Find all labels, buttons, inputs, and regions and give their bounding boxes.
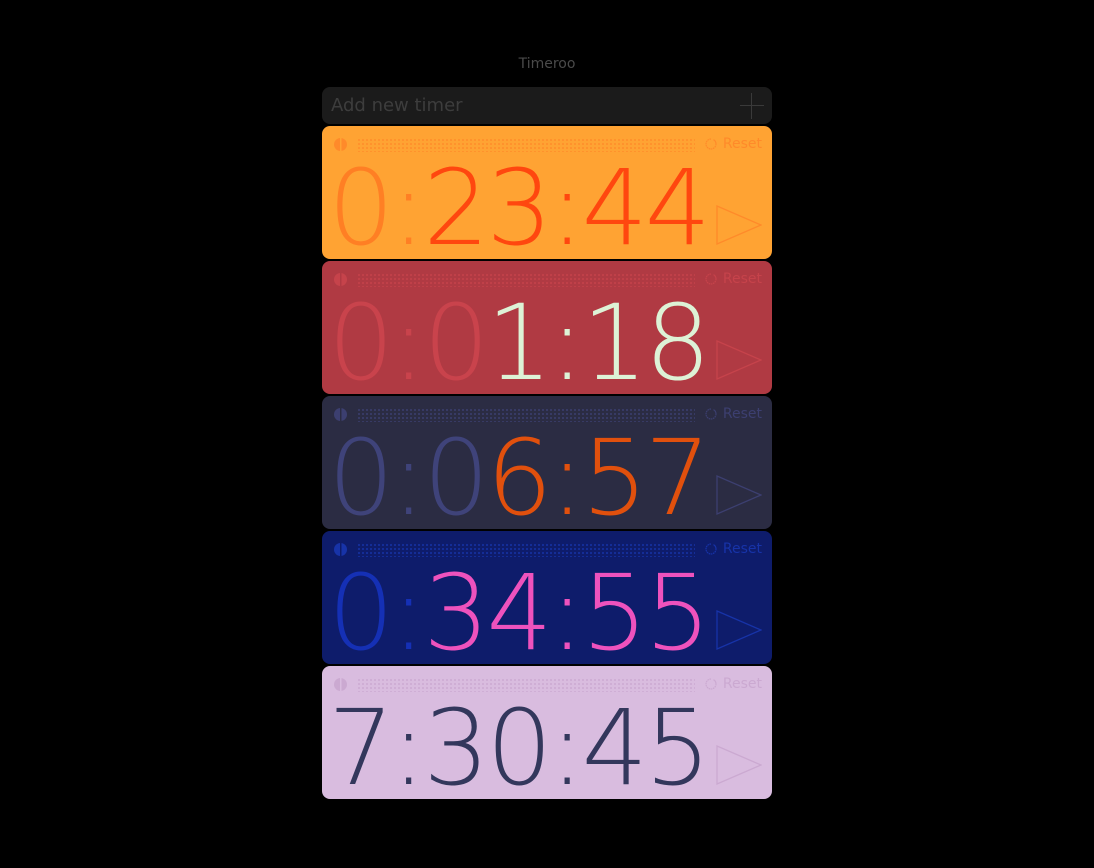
reset-button[interactable]: Reset [705, 405, 762, 423]
time-digit: 1 [581, 282, 648, 394]
time-digit: 0 [328, 417, 394, 529]
time-digit: 5 [644, 687, 711, 799]
time-digit: 0 [423, 417, 489, 529]
timer-display[interactable]: 0:06:57 [328, 417, 711, 529]
reset-label: Reset [722, 136, 762, 152]
time-separator: : [549, 687, 585, 799]
reset-button[interactable]: Reset [705, 135, 762, 153]
timer-list: Reset 0:23:44 Reset 0:01:18 Reset 0:06:5… [322, 126, 772, 801]
time-digit: 7 [644, 417, 711, 529]
time-digit: 1 [486, 282, 552, 394]
play-icon [716, 475, 762, 515]
time-digit: 4 [644, 147, 711, 259]
time-digit: 3 [423, 687, 489, 799]
time-digit: 8 [644, 282, 711, 394]
play-icon [716, 610, 762, 650]
play-button[interactable] [716, 205, 762, 245]
timer-card: Reset 0:01:18 [322, 261, 772, 394]
reset-label: Reset [722, 541, 762, 557]
timer-card: Reset 0:06:57 [322, 396, 772, 529]
reset-label: Reset [722, 406, 762, 422]
time-digit: 4 [581, 147, 648, 259]
add-timer-input[interactable] [331, 87, 731, 124]
timer-card: Reset 7:30:45 [322, 666, 772, 799]
play-button[interactable] [716, 610, 762, 650]
time-digit: 6 [486, 417, 552, 529]
play-icon [716, 745, 762, 785]
timer-display[interactable]: 7:30:45 [328, 687, 711, 799]
time-separator: : [391, 687, 426, 799]
time-digit: 5 [581, 552, 648, 664]
timer-display[interactable]: 0:23:44 [328, 147, 711, 259]
time-separator: : [549, 282, 585, 394]
time-separator: : [549, 552, 585, 664]
play-icon [716, 340, 762, 380]
time-digit: 7 [328, 687, 394, 799]
time-digit: 5 [644, 552, 711, 664]
time-separator: : [549, 417, 585, 529]
time-separator: : [391, 282, 426, 394]
time-digit: 0 [328, 282, 394, 394]
time-separator: : [391, 552, 426, 664]
time-digit: 0 [328, 552, 394, 664]
time-digit: 0 [423, 282, 489, 394]
reset-label: Reset [722, 271, 762, 287]
add-timer-bar [322, 87, 772, 124]
time-digit: 4 [581, 687, 648, 799]
reset-label: Reset [722, 676, 762, 692]
time-digit: 0 [486, 687, 552, 799]
reset-button[interactable]: Reset [705, 540, 762, 558]
timer-display[interactable]: 0:01:18 [328, 282, 711, 394]
app-title: Timeroo [518, 56, 576, 72]
reset-button[interactable]: Reset [705, 675, 762, 693]
play-button[interactable] [716, 340, 762, 380]
time-separator: : [549, 147, 585, 259]
play-icon [716, 205, 762, 245]
time-separator: : [391, 147, 426, 259]
time-separator: : [391, 417, 426, 529]
time-digit: 2 [423, 147, 489, 259]
timer-display[interactable]: 0:34:55 [328, 552, 711, 664]
time-digit: 0 [328, 147, 394, 259]
timer-card: Reset 0:23:44 [322, 126, 772, 259]
time-digit: 5 [581, 417, 648, 529]
time-digit: 3 [486, 147, 552, 259]
time-digit: 4 [486, 552, 552, 664]
play-button[interactable] [716, 745, 762, 785]
reset-button[interactable]: Reset [705, 270, 762, 288]
timer-card: Reset 0:34:55 [322, 531, 772, 664]
add-timer-button[interactable] [740, 93, 764, 119]
play-button[interactable] [716, 475, 762, 515]
time-digit: 3 [423, 552, 489, 664]
